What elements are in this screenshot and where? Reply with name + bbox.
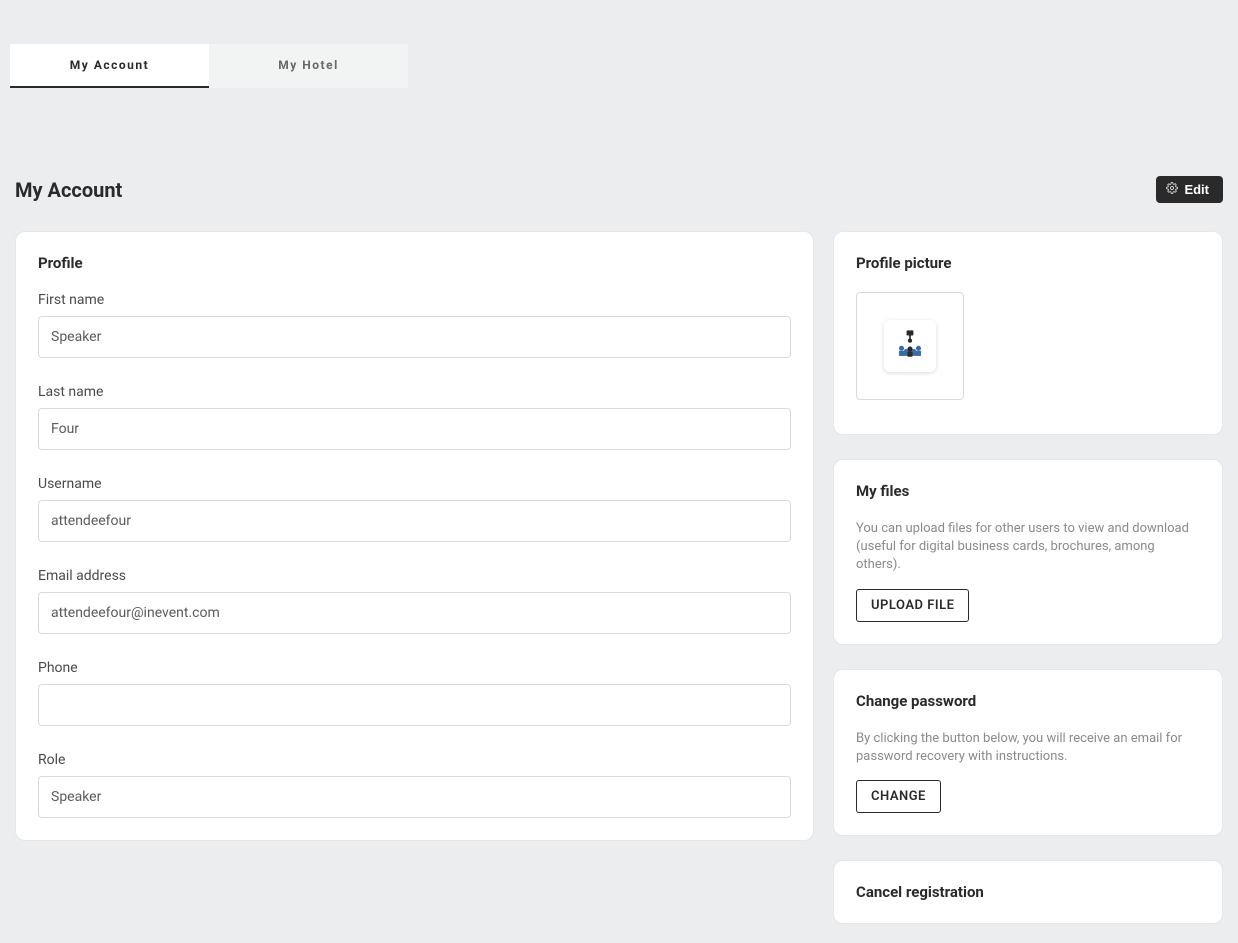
role-group: Role xyxy=(38,752,791,818)
tabs-container: My Account My Hotel xyxy=(10,44,1238,88)
email-input[interactable] xyxy=(38,592,791,634)
phone-group: Phone xyxy=(38,660,791,726)
phone-label: Phone xyxy=(38,660,791,676)
username-input[interactable] xyxy=(38,500,791,542)
page-header: My Account Edit xyxy=(15,176,1223,203)
phone-input[interactable] xyxy=(38,684,791,726)
last-name-input[interactable] xyxy=(38,408,791,450)
email-group: Email address xyxy=(38,568,791,634)
profile-card: Profile First name Last name Username Em… xyxy=(15,231,814,841)
profile-picture-thumb xyxy=(884,320,936,372)
last-name-group: Last name xyxy=(38,384,791,450)
speaker-presentation-icon xyxy=(893,327,927,365)
last-name-label: Last name xyxy=(38,384,791,400)
edit-button[interactable]: Edit xyxy=(1156,176,1223,203)
change-password-desc: By clicking the button below, you will r… xyxy=(856,730,1200,766)
profile-picture-frame[interactable] xyxy=(856,292,964,400)
change-password-card: Change password By clicking the button b… xyxy=(833,669,1223,836)
my-files-desc: You can upload files for other users to … xyxy=(856,520,1200,575)
change-password-title: Change password xyxy=(856,692,1200,710)
my-files-card: My files You can upload files for other … xyxy=(833,459,1223,645)
cancel-registration-title: Cancel registration xyxy=(856,883,1200,901)
role-label: Role xyxy=(38,752,791,768)
cancel-registration-card: Cancel registration xyxy=(833,860,1223,924)
email-label: Email address xyxy=(38,568,791,584)
change-password-button[interactable]: CHANGE xyxy=(856,780,941,813)
profile-picture-card: Profile picture xyxy=(833,231,1223,435)
right-column: Profile picture xyxy=(833,231,1223,924)
tab-my-account[interactable]: My Account xyxy=(10,44,209,88)
upload-file-button[interactable]: UPLOAD FILE xyxy=(856,589,969,622)
username-group: Username xyxy=(38,476,791,542)
tab-my-hotel[interactable]: My Hotel xyxy=(209,44,408,88)
content-area: Profile First name Last name Username Em… xyxy=(15,231,1223,924)
gear-icon xyxy=(1166,182,1178,197)
username-label: Username xyxy=(38,476,791,492)
profile-picture-title: Profile picture xyxy=(856,254,1200,272)
my-files-title: My files xyxy=(856,482,1200,500)
edit-button-label: Edit xyxy=(1184,182,1209,197)
first-name-input[interactable] xyxy=(38,316,791,358)
role-input[interactable] xyxy=(38,776,791,818)
page-title: My Account xyxy=(15,178,122,202)
first-name-group: First name xyxy=(38,292,791,358)
first-name-label: First name xyxy=(38,292,791,308)
profile-section-title: Profile xyxy=(38,254,791,272)
